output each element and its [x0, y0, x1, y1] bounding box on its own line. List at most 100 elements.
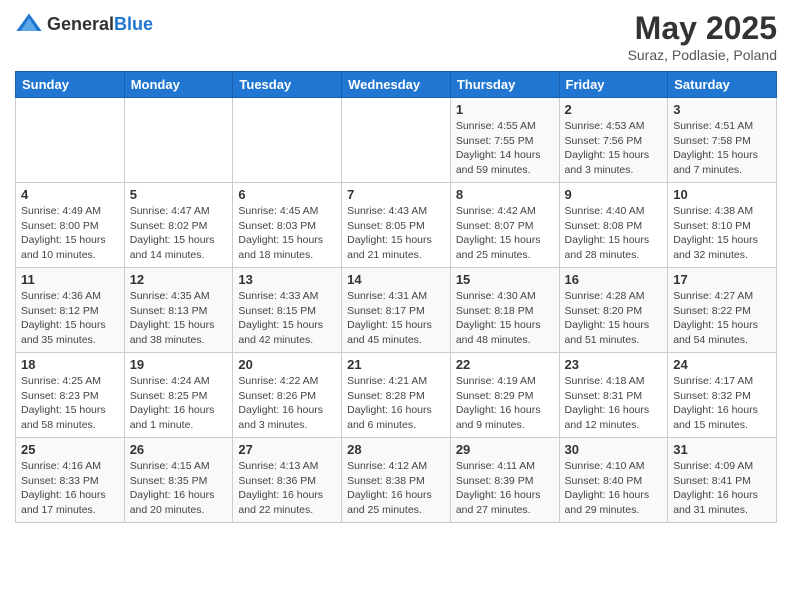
day-cell: 5 Sunrise: 4:47 AM Sunset: 8:02 PM Daylig…	[124, 183, 233, 268]
day-cell	[124, 98, 233, 183]
day-info: Sunrise: 4:24 AM Sunset: 8:25 PM Dayligh…	[130, 374, 228, 433]
day-number: 14	[347, 272, 445, 287]
day-info: Sunrise: 4:18 AM Sunset: 8:31 PM Dayligh…	[565, 374, 663, 433]
day-info: Sunrise: 4:51 AM Sunset: 7:58 PM Dayligh…	[673, 119, 771, 178]
day-info: Sunrise: 4:55 AM Sunset: 7:55 PM Dayligh…	[456, 119, 554, 178]
subtitle: Suraz, Podlasie, Poland	[628, 47, 777, 63]
day-number: 16	[565, 272, 663, 287]
day-number: 7	[347, 187, 445, 202]
day-cell: 14 Sunrise: 4:31 AM Sunset: 8:17 PM Dayli…	[342, 268, 451, 353]
week-row-5: 25Sunrise: 4:16 AM Sunset: 8:33 PM Dayli…	[16, 438, 777, 523]
weekday-header-sunday: Sunday	[16, 72, 125, 98]
day-cell: 4Sunrise: 4:49 AM Sunset: 8:00 PM Daylig…	[16, 183, 125, 268]
day-cell: 19 Sunrise: 4:24 AM Sunset: 8:25 PM Dayli…	[124, 353, 233, 438]
day-cell: 27 Sunrise: 4:13 AM Sunset: 8:36 PM Dayli…	[233, 438, 342, 523]
day-cell: 21 Sunrise: 4:21 AM Sunset: 8:28 PM Dayli…	[342, 353, 451, 438]
day-number: 4	[21, 187, 119, 202]
day-number: 19	[130, 357, 228, 372]
day-cell: 23 Sunrise: 4:18 AM Sunset: 8:31 PM Dayli…	[559, 353, 668, 438]
week-row-4: 18Sunrise: 4:25 AM Sunset: 8:23 PM Dayli…	[16, 353, 777, 438]
day-info: Sunrise: 4:35 AM Sunset: 8:13 PM Dayligh…	[130, 289, 228, 348]
day-number: 22	[456, 357, 554, 372]
day-info: Sunrise: 4:31 AM Sunset: 8:17 PM Dayligh…	[347, 289, 445, 348]
day-number: 8	[456, 187, 554, 202]
day-info: Sunrise: 4:45 AM Sunset: 8:03 PM Dayligh…	[238, 204, 336, 263]
day-number: 23	[565, 357, 663, 372]
day-info: Sunrise: 4:30 AM Sunset: 8:18 PM Dayligh…	[456, 289, 554, 348]
day-info: Sunrise: 4:47 AM Sunset: 8:02 PM Dayligh…	[130, 204, 228, 263]
day-number: 10	[673, 187, 771, 202]
day-cell	[16, 98, 125, 183]
day-info: Sunrise: 4:10 AM Sunset: 8:40 PM Dayligh…	[565, 459, 663, 518]
day-info: Sunrise: 4:13 AM Sunset: 8:36 PM Dayligh…	[238, 459, 336, 518]
day-number: 11	[21, 272, 119, 287]
day-number: 15	[456, 272, 554, 287]
day-info: Sunrise: 4:28 AM Sunset: 8:20 PM Dayligh…	[565, 289, 663, 348]
day-info: Sunrise: 4:21 AM Sunset: 8:28 PM Dayligh…	[347, 374, 445, 433]
week-row-2: 4Sunrise: 4:49 AM Sunset: 8:00 PM Daylig…	[16, 183, 777, 268]
day-cell: 28Sunrise: 4:12 AM Sunset: 8:38 PM Dayli…	[342, 438, 451, 523]
header: GeneralBlue May 2025 Suraz, Podlasie, Po…	[15, 10, 777, 63]
page: GeneralBlue May 2025 Suraz, Podlasie, Po…	[0, 0, 792, 612]
day-number: 29	[456, 442, 554, 457]
day-cell	[342, 98, 451, 183]
main-title: May 2025	[628, 10, 777, 47]
day-number: 27	[238, 442, 336, 457]
logo-text-blue: Blue	[114, 14, 153, 34]
day-number: 9	[565, 187, 663, 202]
day-number: 21	[347, 357, 445, 372]
weekday-header-row: SundayMondayTuesdayWednesdayThursdayFrid…	[16, 72, 777, 98]
day-number: 12	[130, 272, 228, 287]
weekday-header-wednesday: Wednesday	[342, 72, 451, 98]
day-cell: 17 Sunrise: 4:27 AM Sunset: 8:22 PM Dayli…	[668, 268, 777, 353]
day-cell: 18Sunrise: 4:25 AM Sunset: 8:23 PM Dayli…	[16, 353, 125, 438]
day-number: 2	[565, 102, 663, 117]
day-info: Sunrise: 4:43 AM Sunset: 8:05 PM Dayligh…	[347, 204, 445, 263]
day-cell: 29 Sunrise: 4:11 AM Sunset: 8:39 PM Dayli…	[450, 438, 559, 523]
day-number: 30	[565, 442, 663, 457]
day-cell: 20 Sunrise: 4:22 AM Sunset: 8:26 PM Dayli…	[233, 353, 342, 438]
day-info: Sunrise: 4:17 AM Sunset: 8:32 PM Dayligh…	[673, 374, 771, 433]
day-number: 13	[238, 272, 336, 287]
logo-text-general: General	[47, 14, 114, 34]
day-cell: 16 Sunrise: 4:28 AM Sunset: 8:20 PM Dayli…	[559, 268, 668, 353]
day-number: 5	[130, 187, 228, 202]
logo-icon	[15, 10, 43, 38]
day-info: Sunrise: 4:09 AM Sunset: 8:41 PM Dayligh…	[673, 459, 771, 518]
day-cell: 22Sunrise: 4:19 AM Sunset: 8:29 PM Dayli…	[450, 353, 559, 438]
day-cell: 15 Sunrise: 4:30 AM Sunset: 8:18 PM Dayli…	[450, 268, 559, 353]
day-cell: 3Sunrise: 4:51 AM Sunset: 7:58 PM Daylig…	[668, 98, 777, 183]
logo: GeneralBlue	[15, 10, 153, 38]
title-block: May 2025 Suraz, Podlasie, Poland	[628, 10, 777, 63]
weekday-header-tuesday: Tuesday	[233, 72, 342, 98]
day-number: 1	[456, 102, 554, 117]
day-info: Sunrise: 4:15 AM Sunset: 8:35 PM Dayligh…	[130, 459, 228, 518]
day-info: Sunrise: 4:27 AM Sunset: 8:22 PM Dayligh…	[673, 289, 771, 348]
day-cell: 10Sunrise: 4:38 AM Sunset: 8:10 PM Dayli…	[668, 183, 777, 268]
day-number: 18	[21, 357, 119, 372]
day-info: Sunrise: 4:33 AM Sunset: 8:15 PM Dayligh…	[238, 289, 336, 348]
day-cell: 25Sunrise: 4:16 AM Sunset: 8:33 PM Dayli…	[16, 438, 125, 523]
week-row-3: 11 Sunrise: 4:36 AM Sunset: 8:12 PM Dayli…	[16, 268, 777, 353]
weekday-header-thursday: Thursday	[450, 72, 559, 98]
day-info: Sunrise: 4:22 AM Sunset: 8:26 PM Dayligh…	[238, 374, 336, 433]
day-info: Sunrise: 4:16 AM Sunset: 8:33 PM Dayligh…	[21, 459, 119, 518]
day-number: 26	[130, 442, 228, 457]
weekday-header-monday: Monday	[124, 72, 233, 98]
day-info: Sunrise: 4:42 AM Sunset: 8:07 PM Dayligh…	[456, 204, 554, 263]
day-number: 28	[347, 442, 445, 457]
calendar: SundayMondayTuesdayWednesdayThursdayFrid…	[15, 71, 777, 523]
day-number: 6	[238, 187, 336, 202]
day-info: Sunrise: 4:11 AM Sunset: 8:39 PM Dayligh…	[456, 459, 554, 518]
day-cell: 26 Sunrise: 4:15 AM Sunset: 8:35 PM Dayli…	[124, 438, 233, 523]
weekday-header-saturday: Saturday	[668, 72, 777, 98]
day-cell: 11 Sunrise: 4:36 AM Sunset: 8:12 PM Dayli…	[16, 268, 125, 353]
day-cell: 24Sunrise: 4:17 AM Sunset: 8:32 PM Dayli…	[668, 353, 777, 438]
day-number: 20	[238, 357, 336, 372]
day-number: 17	[673, 272, 771, 287]
day-info: Sunrise: 4:36 AM Sunset: 8:12 PM Dayligh…	[21, 289, 119, 348]
day-info: Sunrise: 4:53 AM Sunset: 7:56 PM Dayligh…	[565, 119, 663, 178]
day-cell: 2 Sunrise: 4:53 AM Sunset: 7:56 PM Daylig…	[559, 98, 668, 183]
day-number: 31	[673, 442, 771, 457]
day-cell: 12 Sunrise: 4:35 AM Sunset: 8:13 PM Dayli…	[124, 268, 233, 353]
